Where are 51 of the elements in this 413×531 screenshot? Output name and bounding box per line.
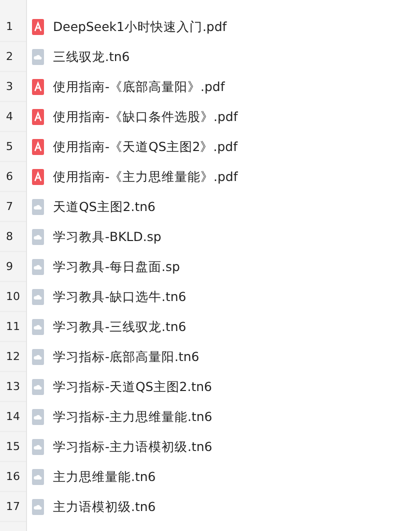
file-name[interactable]: DeepSeek1小时快速入门.pdf — [53, 18, 227, 36]
pdf-icon — [32, 139, 44, 155]
file-name[interactable]: 使用指南-《底部高量阳》.pdf — [53, 78, 225, 96]
file-icon — [32, 289, 44, 305]
pdf-icon — [32, 79, 44, 95]
line-number: 11 — [6, 320, 20, 333]
file-name[interactable]: 学习指标-底部高量阳.tn6 — [53, 348, 200, 366]
file-name[interactable]: 主力语模初级.tn6 — [53, 498, 156, 516]
line-number: 16 — [6, 470, 20, 483]
file-icon — [32, 469, 44, 485]
file-name[interactable]: 使用指南-《缺口条件选股》.pdf — [53, 108, 238, 126]
file-icon — [32, 409, 44, 425]
line-number: 6 — [6, 170, 13, 183]
line-number: 14 — [6, 410, 20, 423]
file-name[interactable]: 天道QS主图2.tn6 — [53, 198, 156, 216]
file-name[interactable]: 学习教具-缺口选牛.tn6 — [53, 288, 186, 306]
line-number: 5 — [6, 140, 13, 153]
line-number: 12 — [6, 350, 20, 363]
line-number: 8 — [6, 230, 13, 243]
file-icon — [32, 319, 44, 335]
file-name[interactable]: 学习指标-主力思维量能.tn6 — [53, 408, 212, 426]
line-number: 17 — [6, 500, 20, 513]
file-icon — [32, 199, 44, 215]
pdf-icon — [32, 169, 44, 185]
file-icon — [32, 439, 44, 455]
file-name[interactable]: 学习教具-三线驭龙.tn6 — [53, 318, 186, 336]
file-name[interactable]: 学习指标-天道QS主图2.tn6 — [53, 378, 212, 396]
file-name[interactable]: 学习教具-每日盘面.sp — [53, 258, 180, 276]
line-number: 1 — [6, 20, 13, 33]
file-name[interactable]: 三线驭龙.tn6 — [53, 48, 130, 66]
file-icon — [32, 499, 44, 515]
line-number: 10 — [6, 290, 20, 303]
line-number: 2 — [6, 50, 13, 63]
file-icon — [32, 379, 44, 395]
file-icon — [32, 49, 44, 65]
line-number: 15 — [6, 440, 20, 453]
file-name[interactable]: 使用指南-《天道QS主图2》.pdf — [53, 138, 238, 156]
file-name[interactable]: 使用指南-《主力思维量能》.pdf — [53, 168, 238, 186]
line-number: 7 — [6, 200, 13, 213]
file-name[interactable]: 主力思维量能.tn6 — [53, 468, 156, 486]
file-icon — [32, 259, 44, 275]
file-icon — [32, 229, 44, 245]
file-name[interactable]: 学习教具-BKLD.sp — [53, 228, 162, 246]
line-number: 9 — [6, 260, 13, 273]
line-number: 13 — [6, 380, 20, 393]
pdf-icon — [32, 19, 44, 35]
file-icon — [32, 349, 44, 365]
line-number: 4 — [6, 110, 13, 123]
pdf-icon — [32, 109, 44, 125]
line-number: 3 — [6, 80, 13, 93]
file-name[interactable]: 学习指标-主力语模初级.tn6 — [53, 438, 212, 456]
